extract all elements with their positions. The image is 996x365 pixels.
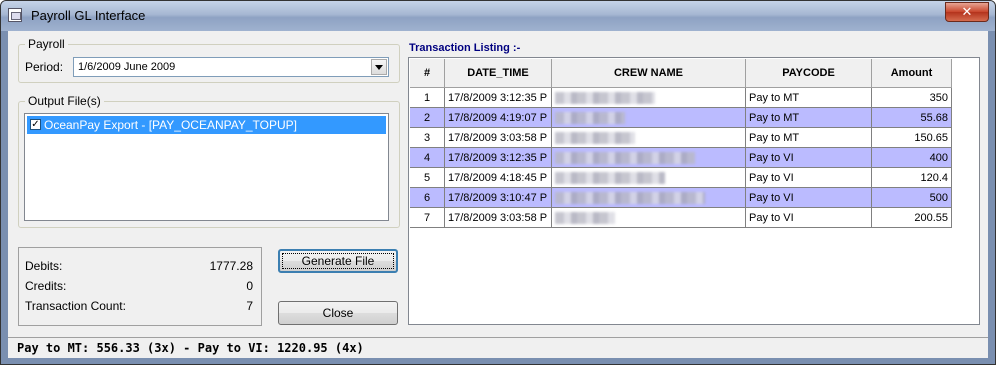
close-button[interactable]: Close bbox=[278, 301, 398, 325]
status-bar: Pay to MT: 556.33 (3x) - Pay to VI: 1220… bbox=[8, 337, 988, 358]
row-date-time: 17/8/2009 3:12:35 P bbox=[444, 147, 552, 168]
period-value: 1/6/2009 June 2009 bbox=[78, 61, 176, 73]
column-header-amount[interactable]: Amount bbox=[871, 59, 952, 88]
row-crew-name-redacted bbox=[551, 187, 746, 208]
credits-value: 0 bbox=[246, 279, 253, 293]
output-file-label: OceanPay Export - [PAY_OCEANPAY_TOPUP] bbox=[44, 118, 297, 132]
row-number: 7 bbox=[410, 207, 445, 228]
table-row[interactable]: 2 17/8/2009 4:19:07 P Pay to MT 55.68 bbox=[410, 107, 952, 128]
column-header-date-time[interactable]: DATE_TIME bbox=[444, 59, 552, 88]
app-icon bbox=[8, 8, 22, 22]
row-number: 4 bbox=[410, 147, 445, 168]
row-amount: 350 bbox=[871, 87, 952, 108]
table-row[interactable]: 5 17/8/2009 4:18:45 P Pay to VI 120.4 bbox=[410, 167, 952, 188]
table-row[interactable]: 4 17/8/2009 3:12:35 P Pay to VI 400 bbox=[410, 147, 952, 168]
column-header-crew-name[interactable]: CREW NAME bbox=[551, 59, 746, 88]
transaction-listing-title: Transaction Listing :- bbox=[409, 42, 521, 54]
chevron-down-icon[interactable] bbox=[371, 59, 387, 75]
row-crew-name-redacted bbox=[551, 167, 746, 188]
debits-label: Debits: bbox=[25, 259, 63, 273]
period-select[interactable]: 1/6/2009 June 2009 bbox=[73, 57, 389, 77]
row-number: 2 bbox=[410, 107, 445, 128]
status-text: Pay to MT: 556.33 (3x) - Pay to VI: 1220… bbox=[17, 341, 364, 355]
window-title: Payroll GL Interface bbox=[31, 8, 146, 23]
row-paycode: Pay to VI bbox=[745, 187, 872, 208]
row-crew-name-redacted bbox=[551, 147, 746, 168]
row-amount: 120.4 bbox=[871, 167, 952, 188]
row-date-time: 17/8/2009 4:18:45 P bbox=[444, 167, 552, 188]
close-window-button[interactable]: ✕ bbox=[945, 2, 989, 22]
generate-file-button[interactable]: Generate File bbox=[278, 249, 398, 273]
row-crew-name-redacted bbox=[551, 107, 746, 128]
column-header-num[interactable]: # bbox=[410, 59, 445, 88]
row-crew-name-redacted bbox=[551, 207, 746, 228]
row-date-time: 17/8/2009 3:10:47 P bbox=[444, 187, 552, 208]
list-item[interactable]: ✓ OceanPay Export - [PAY_OCEANPAY_TOPUP] bbox=[27, 116, 386, 134]
row-paycode: Pay to VI bbox=[745, 147, 872, 168]
transaction-count-value: 7 bbox=[246, 299, 253, 313]
checkbox-checked-icon[interactable]: ✓ bbox=[30, 119, 41, 130]
row-amount: 500 bbox=[871, 187, 952, 208]
transaction-grid[interactable]: # DATE_TIME CREW NAME PAYCODE Amount 1 1… bbox=[408, 57, 980, 325]
row-number: 6 bbox=[410, 187, 445, 208]
row-date-time: 17/8/2009 3:03:58 P bbox=[444, 127, 552, 148]
output-files-label: Output File(s) bbox=[28, 94, 101, 108]
client-area: Payroll Period: 1/6/2009 June 2009 Outpu… bbox=[8, 31, 988, 357]
row-number: 5 bbox=[410, 167, 445, 188]
row-paycode: Pay to VI bbox=[745, 207, 872, 228]
output-files-list[interactable]: ✓ OceanPay Export - [PAY_OCEANPAY_TOPUP] bbox=[24, 113, 389, 221]
payroll-window: Payroll GL Interface ✕ Payroll Period: 1… bbox=[0, 0, 996, 365]
row-date-time: 17/8/2009 3:03:58 P bbox=[444, 207, 552, 228]
row-paycode: Pay to MT bbox=[745, 87, 872, 108]
row-number: 1 bbox=[410, 87, 445, 108]
credits-label: Credits: bbox=[25, 279, 67, 293]
row-date-time: 17/8/2009 4:19:07 P bbox=[444, 107, 552, 128]
row-amount: 55.68 bbox=[871, 107, 952, 128]
row-amount: 200.55 bbox=[871, 207, 952, 228]
row-number: 3 bbox=[410, 127, 445, 148]
transaction-table: # DATE_TIME CREW NAME PAYCODE Amount 1 1… bbox=[410, 59, 952, 228]
column-header-paycode[interactable]: PAYCODE bbox=[745, 59, 872, 88]
row-amount: 150.65 bbox=[871, 127, 952, 148]
row-paycode: Pay to MT bbox=[745, 127, 872, 148]
totals-panel: Debits: 1777.28 Credits: 0 Transaction C… bbox=[18, 247, 262, 326]
row-date-time: 17/8/2009 3:12:35 P bbox=[444, 87, 552, 108]
row-paycode: Pay to MT bbox=[745, 107, 872, 128]
period-label: Period: bbox=[25, 60, 64, 74]
table-row[interactable]: 7 17/8/2009 3:03:58 P Pay to VI 200.55 bbox=[410, 207, 952, 228]
row-crew-name-redacted bbox=[551, 127, 746, 148]
debits-value: 1777.28 bbox=[209, 259, 253, 273]
table-row[interactable]: 1 17/8/2009 3:12:35 P Pay to MT 350 bbox=[410, 87, 952, 108]
transaction-count-label: Transaction Count: bbox=[25, 299, 126, 313]
table-row[interactable]: 3 17/8/2009 3:03:58 P Pay to MT 150.65 bbox=[410, 127, 952, 148]
row-amount: 400 bbox=[871, 147, 952, 168]
row-paycode: Pay to VI bbox=[745, 167, 872, 188]
row-crew-name-redacted bbox=[551, 87, 746, 108]
table-row[interactable]: 6 17/8/2009 3:10:47 P Pay to VI 500 bbox=[410, 187, 952, 208]
title-bar[interactable]: Payroll GL Interface ✕ bbox=[1, 1, 995, 31]
payroll-group-label: Payroll bbox=[28, 37, 65, 51]
